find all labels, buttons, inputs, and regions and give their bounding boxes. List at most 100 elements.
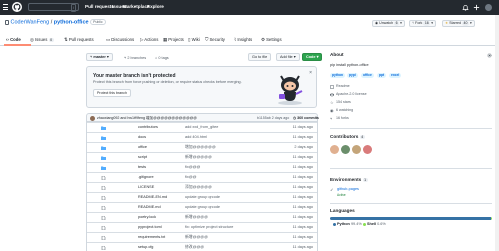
- file-commit-message[interactable]: update group qrcode: [185, 195, 220, 199]
- avatar[interactable]: [352, 145, 361, 154]
- commit-message[interactable]: zhaoxiang092 and hw1tf9feng 增加@@@@@@@@@@…: [97, 116, 197, 121]
- tags-link[interactable]: ⌂ 0 tags: [155, 56, 169, 60]
- star-button[interactable]: ★ Starred 40 ▾: [442, 20, 475, 27]
- file-name[interactable]: LICENSE: [138, 185, 154, 189]
- file-name[interactable]: requirements.txt: [138, 235, 165, 239]
- avatar[interactable]: [90, 116, 95, 121]
- file-row[interactable]: requirements.txt 新增@@@@ 11 days ago: [87, 232, 317, 242]
- contributors-title[interactable]: Contributors 4: [330, 134, 365, 139]
- tab-wiki[interactable]: ▯ Wiki: [188, 37, 200, 43]
- topic-office[interactable]: office: [361, 73, 374, 78]
- github-logo-icon[interactable]: [12, 2, 22, 12]
- rocket-icon: ➶: [330, 187, 334, 192]
- file-commit-message[interactable]: 新增@@@@: [185, 215, 208, 220]
- file-name[interactable]: tests: [138, 165, 146, 169]
- file-name[interactable]: contributors: [138, 125, 158, 129]
- tab-discussions[interactable]: ▭ Discussions: [106, 37, 134, 43]
- file-name[interactable]: README.md: [138, 205, 161, 209]
- scrollbar[interactable]: [495, 15, 499, 251]
- license-link[interactable]: Apache-2.0 license: [336, 92, 367, 96]
- unwatch-button[interactable]: ◉ Unwatch 6 ▾: [372, 20, 405, 27]
- file-commit-message[interactable]: fix: optimize project structure: [185, 225, 233, 229]
- file-commit-message[interactable]: 增加@@@@@@: [185, 145, 216, 150]
- file-commit-message[interactable]: 添加@@@@@: [185, 185, 212, 190]
- file-name[interactable]: README-EN.md: [138, 195, 167, 199]
- file-row[interactable]: script 新增@@@@@ 11 days ago: [87, 152, 317, 162]
- watching-link[interactable]: 6 watching: [336, 108, 353, 112]
- avatar[interactable]: [485, 4, 492, 11]
- environments-title[interactable]: Environments 1: [330, 177, 368, 182]
- file-name[interactable]: pyproject.toml: [138, 225, 162, 229]
- repo-owner-link[interactable]: CoderWanFeng: [11, 19, 50, 25]
- file-row[interactable]: LICENSE 添加@@@@@ 11 days ago: [87, 182, 317, 192]
- file-commit-message[interactable]: 修改@@@: [185, 245, 204, 250]
- avatar[interactable]: [341, 145, 350, 154]
- file-name[interactable]: script: [138, 155, 147, 159]
- file-name[interactable]: setup.cfg: [138, 245, 153, 249]
- commits-link[interactable]: ◷ 360 commits: [293, 116, 319, 120]
- file-row[interactable]: README.md update group qrcode 11 days ago: [87, 202, 317, 212]
- search-input[interactable]: /: [28, 3, 79, 12]
- file-row[interactable]: contributors add xxd_from_gitee 11 days ag…: [87, 122, 317, 132]
- file-commit-message[interactable]: 新增@@@@: [185, 235, 208, 240]
- topic-ppt[interactable]: ppt: [377, 73, 387, 78]
- file-commit-message[interactable]: add xxd_from_gitee: [185, 125, 218, 129]
- tab-projects-label: Projects: [168, 37, 184, 42]
- file-commit-message[interactable]: add 404.html: [185, 135, 207, 139]
- forks-link[interactable]: 16 forks: [336, 116, 349, 120]
- commit-hash[interactable]: b1155ab 2 days ago: [257, 116, 289, 120]
- language-shell[interactable]: Shell 0.6%: [363, 222, 386, 226]
- tab-projects[interactable]: ▦ Projects: [163, 37, 184, 43]
- environment-link[interactable]: github-pages: [337, 187, 359, 191]
- file-row[interactable]: docs add 404.html 11 days ago: [87, 132, 317, 142]
- branches-link[interactable]: ⑂ 2 branches: [124, 56, 146, 60]
- topic-python[interactable]: python: [330, 73, 345, 78]
- file-row[interactable]: setup.cfg 修改@@@ 11 days ago: [87, 242, 317, 251]
- avatar[interactable]: [363, 145, 372, 154]
- code-button[interactable]: Code ▾: [302, 53, 323, 61]
- create-new-icon[interactable]: [473, 4, 480, 11]
- readme-link[interactable]: Readme: [336, 84, 350, 88]
- language-python[interactable]: Python 99.4%: [333, 222, 362, 226]
- nav-explore[interactable]: Explore: [147, 4, 164, 9]
- tab-security[interactable]: ⛉ Security: [205, 37, 225, 42]
- add-file-button[interactable]: Add file ▾: [276, 53, 300, 61]
- file-row[interactable]: pyproject.toml fix: optimize project stru…: [87, 222, 317, 232]
- fork-button[interactable]: ⑂ Fork 16 ▾: [409, 20, 437, 27]
- go-to-file-button[interactable]: Go to file: [248, 53, 272, 61]
- tab-issues[interactable]: ◎ Issues 0: [30, 37, 54, 43]
- file-name[interactable]: poetry.lock: [138, 215, 156, 219]
- file-row[interactable]: .gitignore fix@@ 11 days ago: [87, 172, 317, 182]
- tab-code[interactable]: ‹› Code: [6, 37, 21, 42]
- file-commit-message[interactable]: update group qrcode: [185, 205, 220, 209]
- tab-insights[interactable]: ⌇ Insights: [234, 37, 252, 43]
- tab-pull-requests[interactable]: ⇅ Pull requests: [64, 37, 94, 43]
- file-name[interactable]: docs: [138, 135, 146, 139]
- file-commit-message[interactable]: fix@@@: [185, 165, 200, 169]
- topic-excel[interactable]: excel: [389, 73, 402, 78]
- file-row[interactable]: poetry.lock 新增@@@@ 11 days ago: [87, 212, 317, 222]
- notifications-icon[interactable]: [462, 4, 469, 11]
- file-commit-message[interactable]: fix@@: [185, 175, 197, 179]
- nav-marketplace[interactable]: Marketplace: [123, 4, 150, 9]
- topic-pypi[interactable]: pypi: [347, 73, 358, 78]
- tab-actions[interactable]: ▷ Actions: [140, 37, 158, 43]
- file-row[interactable]: tests fix@@@ 11 days ago: [87, 162, 317, 172]
- language-dot: [363, 222, 366, 226]
- file-icon: [101, 176, 106, 180]
- stars-link[interactable]: 154 stars: [336, 100, 351, 104]
- gear-icon[interactable]: [487, 53, 492, 58]
- file-name[interactable]: office: [138, 145, 147, 149]
- menu-icon[interactable]: [3, 4, 8, 10]
- protect-branch-button[interactable]: Protect this branch: [93, 89, 131, 97]
- nav-pull-requests[interactable]: Pull requests: [85, 4, 114, 9]
- file-row[interactable]: README-EN.md update group qrcode 11 days a…: [87, 192, 317, 202]
- avatar[interactable]: [330, 145, 339, 154]
- branch-select[interactable]: ⑂ master ▾: [86, 53, 113, 61]
- file-name[interactable]: .gitignore: [138, 175, 154, 179]
- file-row[interactable]: office 增加@@@@@@ 2 days ago: [87, 142, 317, 152]
- repo-name-link[interactable]: python-office: [54, 19, 89, 25]
- tab-settings[interactable]: ⚙ Settings: [261, 37, 282, 43]
- file-commit-message[interactable]: 新增@@@@@: [185, 155, 212, 160]
- close-icon[interactable]: ×: [309, 70, 312, 76]
